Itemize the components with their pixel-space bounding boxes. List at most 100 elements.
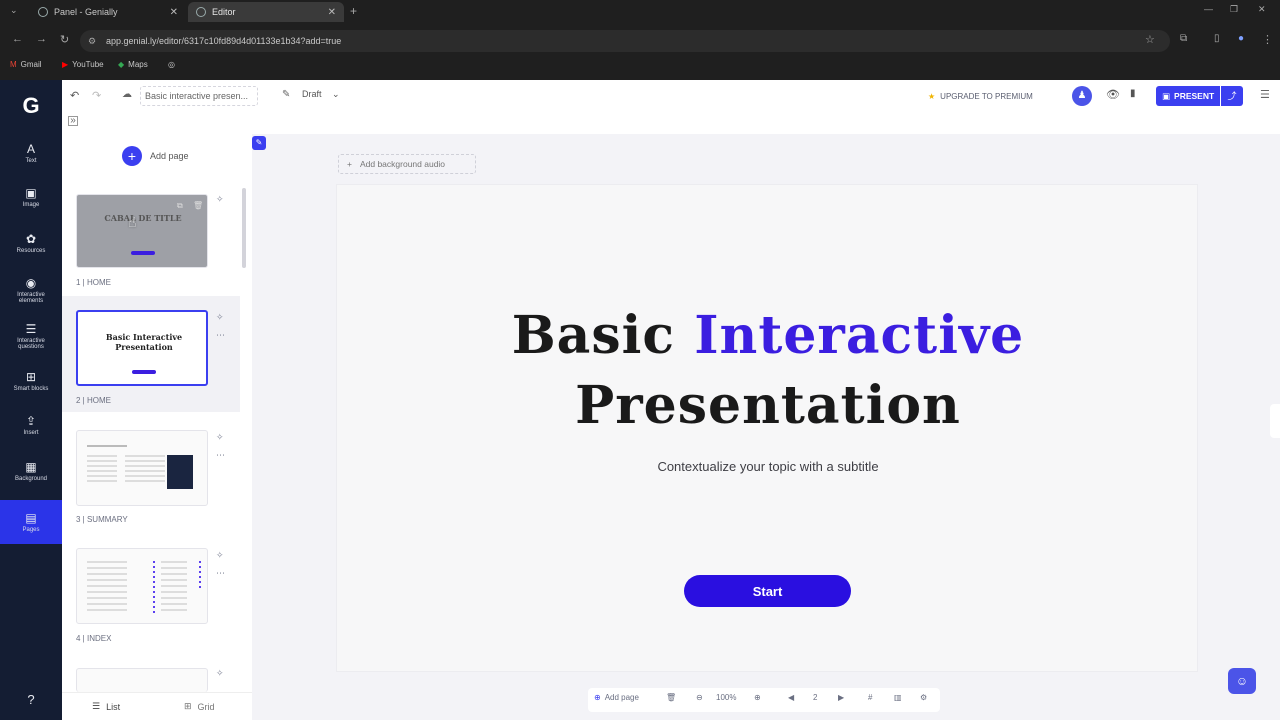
page-thumbnail-1[interactable]: CABAL DE TITLE ⧉ 🗑	[76, 194, 208, 268]
magic-icon[interactable]: ✧	[216, 432, 224, 443]
bookmark-gmail[interactable]: M Gmail	[10, 60, 42, 69]
sidepanel-icon[interactable]: ▯	[1214, 33, 1220, 44]
page-options-icon[interactable]: ⋯	[216, 450, 225, 461]
chat-support-button[interactable]: ☺	[1228, 668, 1256, 694]
profile-icon[interactable]: ●	[1238, 33, 1244, 44]
page-options-icon[interactable]: ⋯	[216, 330, 225, 341]
slide-title-line-2[interactable]: Presentation	[337, 375, 1199, 436]
grid-guides-icon[interactable]: #	[868, 693, 872, 702]
magic-icon[interactable]: ✧	[216, 312, 224, 323]
bottom-toolbar: ⊕ Add page 🗑 ⊖ 100% ⊕ ◀ 2 ▶ # ▥ ⚙	[588, 688, 940, 712]
undo-icon[interactable]: ↶	[70, 89, 79, 102]
tab-editor[interactable]: Editor ✕	[188, 2, 344, 22]
page-number[interactable]: 2	[813, 693, 817, 702]
right-panel-handle[interactable]	[1270, 404, 1280, 438]
site-info-icon[interactable]: ⚙	[88, 30, 96, 52]
preview-eye-icon[interactable]: 👁	[1106, 88, 1120, 101]
add-page-button[interactable]: + Add page	[122, 146, 189, 166]
bookmark-youtube[interactable]: ▶ YouTube	[62, 60, 104, 69]
rail-interactive-elements[interactable]: ◉ Interactive elements	[0, 276, 62, 304]
rail-smart-blocks[interactable]: ⊞ Smart blocks	[0, 370, 62, 392]
zoom-out-icon[interactable]: ⊖	[696, 693, 703, 702]
extensions-icon[interactable]: ⧉	[1180, 33, 1187, 44]
close-window-icon[interactable]: ✕	[1258, 4, 1266, 15]
more-menu-icon[interactable]: ☰	[1260, 88, 1270, 101]
page-thumbnail-3[interactable]	[76, 430, 208, 506]
page-thumbnail-2[interactable]: Basic Interactive Presentation	[76, 310, 208, 386]
close-tab-icon[interactable]: ✕	[328, 7, 336, 18]
plus-icon: +	[122, 146, 142, 166]
rail-label: Text	[25, 158, 37, 164]
grid-view-button[interactable]: ⊞ Grid	[184, 701, 215, 712]
page-thumbnail-4[interactable]	[76, 548, 208, 624]
close-tab-icon[interactable]: ✕	[170, 7, 178, 18]
upgrade-premium-button[interactable]: ★ UPGRADE TO PREMIUM	[922, 86, 1050, 106]
page-label: 2 | HOME	[76, 396, 111, 405]
rail-image[interactable]: ▣ Image	[0, 186, 62, 208]
trash-icon[interactable]: 🗑	[193, 201, 203, 210]
genially-logo[interactable]: G	[0, 88, 62, 124]
page-thumbnail-5[interactable]	[76, 668, 208, 692]
previous-page-icon[interactable]: ◀	[788, 693, 794, 702]
next-page-icon[interactable]: ▶	[838, 693, 844, 702]
back-icon[interactable]: ←	[12, 33, 23, 45]
bookmark-label: YouTube	[72, 60, 104, 69]
settings-icon[interactable]: ⚙	[920, 693, 927, 702]
new-tab-button[interactable]: +	[350, 4, 357, 18]
duplicate-icon[interactable]: ⧉	[177, 201, 183, 211]
image-icon: ▣	[25, 186, 37, 200]
bookmark-star-icon[interactable]: ☆	[1145, 33, 1155, 46]
url-field[interactable]: ⚙ app.genial.ly/editor/6317c10fd89d4d011…	[80, 30, 1170, 52]
help-button[interactable]: ?	[0, 692, 62, 707]
chat-icon: ☺	[1235, 674, 1249, 688]
present-button[interactable]: ▣ PRESENT	[1156, 86, 1220, 106]
magic-icon[interactable]: ✧	[216, 550, 224, 561]
redo-icon[interactable]: ↷	[92, 89, 101, 102]
magic-icon[interactable]: ✧	[216, 194, 224, 205]
bottom-add-page-button[interactable]: ⊕ Add page	[594, 693, 639, 702]
zoom-in-icon[interactable]: ⊕	[754, 693, 761, 702]
add-page-label: Add page	[150, 151, 189, 161]
list-view-button[interactable]: ☰ List	[92, 701, 120, 712]
editor-sub-bar: »	[62, 112, 1280, 134]
title-plain: Basic	[511, 305, 695, 366]
layout-icon[interactable]: ▥	[894, 693, 902, 702]
magic-icon[interactable]: ✧	[216, 668, 224, 679]
menu-icon[interactable]: ⋮	[1262, 33, 1273, 46]
plus-circle-icon: ⊕	[594, 693, 601, 702]
share-button[interactable]: ⤴	[1221, 86, 1243, 106]
rail-text[interactable]: A Text	[0, 142, 62, 164]
forward-icon[interactable]: →	[36, 33, 47, 45]
rail-insert[interactable]: ⇪ Insert	[0, 414, 62, 436]
rail-background[interactable]: ▦ Background	[0, 460, 62, 482]
rail-resources[interactable]: ✿ Resources	[0, 232, 62, 254]
slide-canvas[interactable]: Basic Interactive Presentation Contextua…	[336, 184, 1198, 672]
bookmark-maps[interactable]: ◆ Maps	[118, 60, 148, 69]
bookmark-extra[interactable]: ◎	[168, 60, 175, 69]
interactive-icon: ◉	[25, 276, 37, 290]
analytics-icon[interactable]: ▮	[1130, 88, 1136, 99]
pages-panel: + Add page CABAL DE TITLE ⧉ 🗑 ✧ 1 | HOME…	[62, 134, 252, 720]
tab-search-icon[interactable]: ⌄	[10, 5, 18, 16]
rail-pages[interactable]: ▤ Pages	[0, 500, 62, 544]
minimize-icon[interactable]: —	[1204, 4, 1213, 14]
pages-scrollbar[interactable]	[242, 188, 246, 268]
slide-subtitle[interactable]: Contextualize your topic with a subtitle	[337, 459, 1199, 474]
tab-panel[interactable]: Panel - Genially ✕	[30, 2, 186, 22]
plus-icon: +	[347, 159, 352, 169]
start-button[interactable]: Start	[684, 575, 851, 607]
slide-title-line-1[interactable]: Basic Interactive	[337, 305, 1199, 366]
rail-interactive-questions[interactable]: ☰ Interactive questions	[0, 322, 62, 350]
collaborate-icon[interactable]: ♟	[1072, 86, 1092, 106]
restore-icon[interactable]: ❐	[1230, 4, 1238, 15]
layers-toggle[interactable]: ✎	[252, 136, 266, 150]
zoom-level[interactable]: 100%	[716, 693, 736, 702]
document-title-field[interactable]: Basic interactive presen...	[140, 86, 258, 106]
reload-icon[interactable]: ↻	[60, 33, 69, 46]
status-dropdown[interactable]: Draft ⌄	[302, 89, 340, 100]
rail-label: Resources	[16, 248, 46, 254]
trash-icon[interactable]: 🗑	[666, 693, 676, 702]
collapse-panel-icon[interactable]: »	[68, 116, 78, 126]
page-options-icon[interactable]: ⋯	[216, 568, 225, 579]
add-background-audio-button[interactable]: + Add background audio	[338, 154, 476, 174]
